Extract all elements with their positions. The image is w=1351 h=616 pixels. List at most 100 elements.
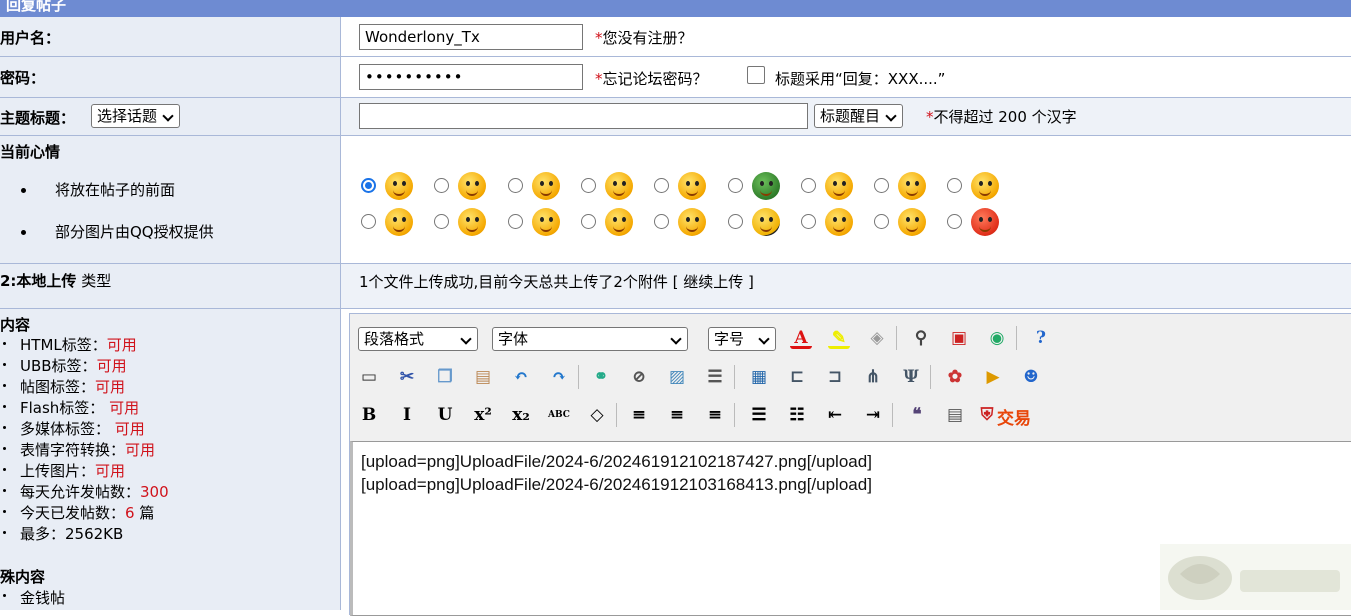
mood-radio[interactable]	[580, 214, 596, 229]
insert-flash-icon[interactable]: ▣	[948, 327, 970, 349]
content-rule-item: 表情字符转换：可用	[20, 441, 156, 459]
cool-face-icon[interactable]	[898, 172, 927, 200]
insert-quote-icon[interactable]: ❝	[906, 404, 928, 426]
yawn-face-icon[interactable]	[458, 172, 487, 200]
horizontal-rule-icon[interactable]: ☰	[704, 366, 726, 388]
scream-face-icon[interactable]	[604, 208, 633, 236]
font-color-icon[interactable]: A	[790, 327, 812, 349]
insert-code-icon[interactable]: ▤	[944, 404, 966, 426]
paste-icon[interactable]: ▤	[472, 366, 494, 388]
insert-table-icon[interactable]: ▦	[748, 366, 770, 388]
mood-radio[interactable]	[947, 214, 963, 229]
unordered-list-icon[interactable]: ☷	[786, 404, 808, 426]
heart-eyes-face-icon[interactable]	[604, 172, 633, 200]
mood-radio[interactable]	[507, 178, 523, 193]
angry-face-icon[interactable]	[458, 208, 487, 236]
insert-image-icon[interactable]: ▨	[666, 366, 688, 388]
question-face-icon[interactable]	[824, 172, 853, 200]
mood-radio[interactable]	[361, 178, 376, 193]
table-split-icon[interactable]: ⊐	[824, 366, 846, 388]
crying-face-icon[interactable]	[531, 208, 560, 236]
subject-input[interactable]	[359, 103, 808, 129]
mood-options	[341, 136, 1351, 263]
bold-icon[interactable]: B	[358, 404, 380, 426]
cut-icon[interactable]: ✂	[396, 366, 418, 388]
title-style-select[interactable]: 标题醒目	[814, 104, 904, 128]
mood-radio[interactable]	[654, 214, 670, 229]
password-input[interactable]	[359, 64, 583, 90]
tree-icon[interactable]: ⋔	[862, 366, 884, 388]
skull-face-icon[interactable]	[751, 208, 780, 236]
mood-radio[interactable]	[580, 178, 596, 193]
register-link[interactable]: 您没有注册？	[603, 29, 693, 47]
font-select[interactable]: 字体	[492, 327, 688, 351]
fork-icon[interactable]: Ψ	[900, 366, 922, 388]
mood-radio[interactable]	[727, 178, 743, 193]
section-header: 回复帖子	[0, 0, 1351, 17]
find-icon[interactable]: ⚲	[910, 327, 932, 349]
username-row: 用户名： *您没有注册？	[0, 17, 1351, 57]
mood-radio[interactable]	[874, 214, 890, 229]
reply-title-checkbox[interactable]	[747, 66, 765, 84]
align-center-icon[interactable]: ≡	[666, 404, 688, 426]
mood-radio[interactable]	[874, 178, 890, 193]
watermark-logo	[1160, 544, 1351, 610]
align-left-icon[interactable]: ≡	[628, 404, 650, 426]
surprised-face-icon[interactable]	[971, 172, 1000, 200]
redo-icon[interactable]: ↷	[548, 366, 570, 388]
table-merge-icon[interactable]: ⊏	[786, 366, 808, 388]
insert-media-icon[interactable]: ▶	[982, 366, 1004, 388]
insert-object-icon[interactable]: ◈	[866, 327, 888, 349]
mood-radio[interactable]	[800, 178, 816, 193]
mood-radio[interactable]	[947, 178, 963, 193]
upload-status: 1个文件上传成功,目前今天总共上传了2个附件 [ 继续上传 ]	[359, 273, 754, 291]
trade-button[interactable]: 交易	[997, 404, 1031, 429]
emoticon-icon[interactable]: ☻	[1020, 366, 1042, 388]
subscript-icon[interactable]: x₂	[510, 404, 532, 426]
copy-icon[interactable]: ❐	[434, 366, 456, 388]
font-size-select[interactable]: 字号	[708, 327, 776, 351]
topic-select[interactable]: 选择话题	[91, 104, 181, 128]
smile-face-icon[interactable]	[385, 172, 413, 200]
superscript-icon[interactable]: x²	[472, 404, 494, 426]
align-right-icon[interactable]: ≡	[704, 404, 726, 426]
forgot-password-link[interactable]: 忘记论坛密码？	[603, 70, 708, 88]
blush-face-icon[interactable]	[531, 172, 560, 200]
highlight-icon[interactable]: ✎	[828, 327, 850, 349]
hammer-face-icon[interactable]	[898, 208, 927, 236]
confused-face-icon[interactable]	[385, 208, 413, 236]
paragraph-format-select[interactable]: 段落格式	[358, 327, 478, 351]
army-face-icon[interactable]	[751, 172, 780, 200]
indent-icon[interactable]: ⇥	[862, 404, 884, 426]
shield-icon[interactable]: ⛨	[976, 404, 998, 426]
mood-radio[interactable]	[800, 214, 816, 229]
undo-icon[interactable]: ↶	[510, 366, 532, 388]
toolbar-separator	[616, 403, 617, 427]
reply-title-checkbox-label: 标题采用“回复：XXX....”	[775, 70, 946, 88]
insert-link-icon[interactable]: ⚭	[590, 366, 612, 388]
strikethrough-icon[interactable]: ABC	[548, 404, 570, 426]
mood-radio[interactable]	[654, 178, 670, 193]
eraser-icon[interactable]: ◇	[586, 404, 608, 426]
unlink-icon[interactable]: ⊘	[628, 366, 650, 388]
mood-radio[interactable]	[434, 178, 450, 193]
mood-radio[interactable]	[507, 214, 523, 229]
outdent-icon[interactable]: ⇤	[824, 404, 846, 426]
mood-radio[interactable]	[727, 214, 743, 229]
ordered-list-icon[interactable]: ☰	[748, 404, 770, 426]
wink-face-icon[interactable]	[678, 208, 707, 236]
mood-row: 当前心情 将放在帖子的前面 部分图片由QQ授权提供	[0, 136, 1351, 264]
italic-icon[interactable]: I	[396, 404, 418, 426]
sad-face-icon[interactable]	[824, 208, 853, 236]
mood-radio[interactable]	[434, 214, 450, 229]
help-icon[interactable]: ?	[1030, 327, 1052, 349]
new-window-icon[interactable]: ▭	[358, 366, 380, 388]
furious-face-icon[interactable]	[971, 208, 1000, 236]
preview-icon[interactable]: ◉	[986, 327, 1008, 349]
mood-radio[interactable]	[361, 214, 376, 229]
username-input[interactable]	[359, 24, 583, 50]
content-rule-item: 帖图标签：可用	[20, 378, 126, 396]
palette-icon[interactable]: ✿	[944, 366, 966, 388]
tongue-face-icon[interactable]	[678, 172, 707, 200]
underline-icon[interactable]: U	[434, 404, 456, 426]
